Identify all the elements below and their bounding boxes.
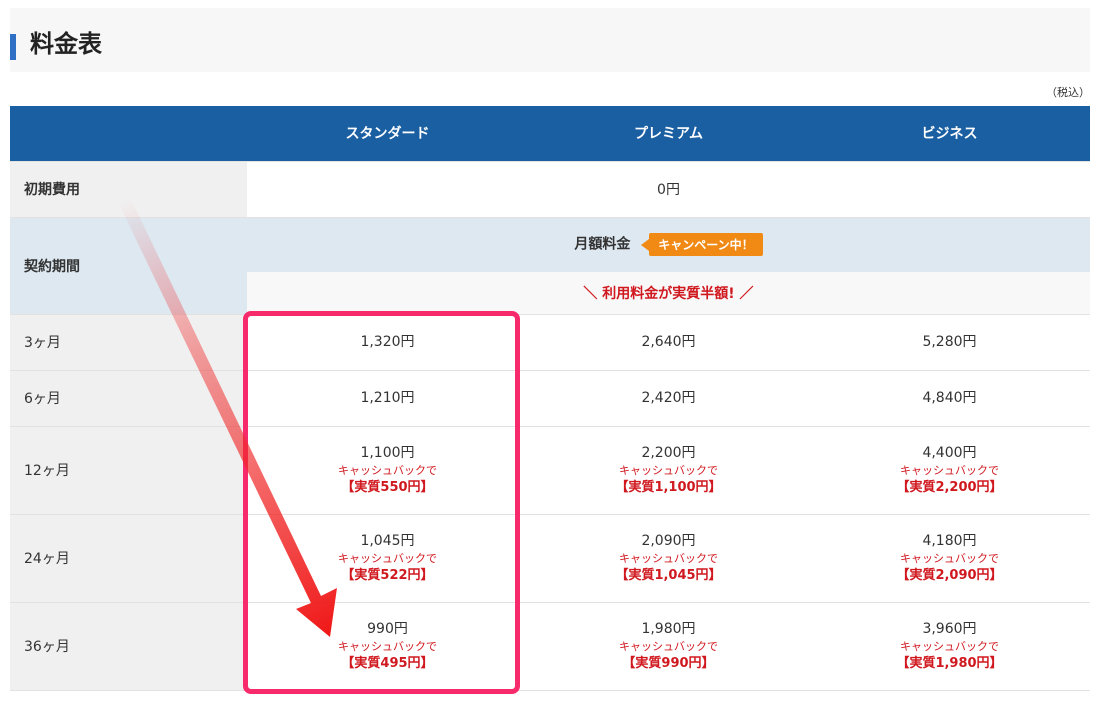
title-accent-bar [10, 34, 16, 60]
price-cell-premium: 2,420円 [528, 370, 809, 427]
effective-price: 【実質1,100円】 [615, 479, 722, 495]
price-value: 2,420円 [641, 390, 696, 406]
price-value: 1,210円 [360, 390, 415, 406]
price-cell-standard: 1,045円 キャッシュバックで 【実質522円】 [247, 514, 528, 603]
initial-fee-row: 初期費用 0円 [10, 161, 1090, 218]
price-cell-standard: 990円 キャッシュバックで 【実質495円】 [247, 602, 528, 691]
effective-price: 【実質2,200円】 [896, 479, 1003, 495]
price-cell-business: 4,400円 キャッシュバックで 【実質2,200円】 [809, 426, 1090, 515]
price-value: 2,200円 [641, 444, 696, 461]
plan-header-premium: プレミアム [528, 106, 809, 162]
effective-price: 【実質550円】 [341, 479, 434, 495]
cashback-note: キャッシュバックで [619, 551, 718, 565]
period-label: 36ヶ月 [10, 602, 247, 691]
period-label: 12ヶ月 [10, 426, 247, 515]
price-cell-business: 3,960円 キャッシュバックで 【実質1,980円】 [809, 602, 1090, 691]
cashback-note: キャッシュバックで [619, 639, 718, 653]
plan-header-standard: スタンダード [247, 106, 528, 162]
price-cell-premium: 1,980円 キャッシュバックで 【実質990円】 [528, 602, 809, 691]
price-cell-standard: 1,320円 [247, 314, 528, 371]
price-cell-premium: 2,090円 キャッシュバックで 【実質1,045円】 [528, 514, 809, 603]
effective-price: 【実質522円】 [341, 567, 434, 583]
price-value: 4,400円 [922, 444, 977, 461]
effective-price: 【実質1,980円】 [896, 655, 1003, 671]
effective-price: 【実質495円】 [341, 655, 434, 671]
plan-header-row: スタンダード プレミアム ビジネス [10, 106, 1090, 162]
period-label: 24ヶ月 [10, 514, 247, 603]
half-price-banner: ＼ 利用料金が実質半額! ／ [247, 272, 1090, 315]
cashback-note: キャッシュバックで [619, 463, 718, 477]
period-label: 6ヶ月 [10, 370, 247, 427]
page-title: 料金表 [30, 30, 102, 58]
price-cell-premium: 2,200円 キャッシュバックで 【実質1,100円】 [528, 426, 809, 515]
cashback-note: キャッシュバックで [338, 551, 437, 565]
price-value: 4,840円 [922, 390, 977, 406]
price-value: 1,980円 [641, 620, 696, 637]
price-row-24m: 24ヶ月 1,045円 キャッシュバックで 【実質522円】 2,090円 キャ… [10, 514, 1090, 603]
price-cell-business: 4,180円 キャッシュバックで 【実質2,090円】 [809, 514, 1090, 603]
price-row-3m: 3ヶ月 1,320円 2,640円 5,280円 [10, 314, 1090, 371]
effective-price: 【実質1,045円】 [615, 567, 722, 583]
price-value: 3,960円 [922, 620, 977, 637]
price-value: 4,180円 [922, 532, 977, 549]
initial-fee-value: 0円 [247, 161, 1090, 218]
price-row-6m: 6ヶ月 1,210円 2,420円 4,840円 [10, 370, 1090, 427]
price-table: スタンダード プレミアム ビジネス 初期費用 0円 契約期間 月額料金 キャンペ… [10, 106, 1090, 691]
cashback-note: キャッシュバックで [900, 551, 999, 565]
price-cell-premium: 2,640円 [528, 314, 809, 371]
cashback-note: キャッシュバックで [338, 463, 437, 477]
cashback-note: キャッシュバックで [900, 463, 999, 477]
monthly-fee-row: 契約期間 月額料金 キャンペーン中！ [10, 217, 1090, 315]
monthly-fee-label: 月額料金 [574, 236, 631, 253]
initial-fee-label: 初期費用 [10, 161, 247, 218]
page-title-bar: 料金表 [10, 8, 1090, 72]
contract-period-label: 契約期間 [10, 217, 247, 315]
price-cell-business: 4,840円 [809, 370, 1090, 427]
price-row-36m: 36ヶ月 990円 キャッシュバックで 【実質495円】 1,980円 キャッシ… [10, 602, 1090, 691]
header-empty-cell [10, 106, 247, 162]
price-value: 1,100円 [360, 444, 415, 461]
effective-price: 【実質990円】 [622, 655, 715, 671]
price-cell-standard: 1,100円 キャッシュバックで 【実質550円】 [247, 426, 528, 515]
cashback-note: キャッシュバックで [900, 639, 999, 653]
price-value: 5,280円 [922, 334, 977, 350]
price-value: 1,045円 [360, 532, 415, 549]
campaign-badge: キャンペーン中！ [641, 233, 763, 257]
price-cell-standard: 1,210円 [247, 370, 528, 427]
price-value: 990円 [367, 620, 408, 637]
price-cell-business: 5,280円 [809, 314, 1090, 371]
price-value: 1,320円 [360, 334, 415, 350]
plan-header-business: ビジネス [809, 106, 1090, 162]
cashback-note: キャッシュバックで [338, 639, 437, 653]
price-value: 2,090円 [641, 532, 696, 549]
effective-price: 【実質2,090円】 [896, 567, 1003, 583]
monthly-fee-cell: 月額料金 キャンペーン中！ [247, 217, 1090, 272]
price-row-12m: 12ヶ月 1,100円 キャッシュバックで 【実質550円】 2,200円 キャ… [10, 426, 1090, 515]
price-value: 2,640円 [641, 334, 696, 350]
period-label: 3ヶ月 [10, 314, 247, 371]
tax-note: （税込） [1046, 86, 1090, 99]
